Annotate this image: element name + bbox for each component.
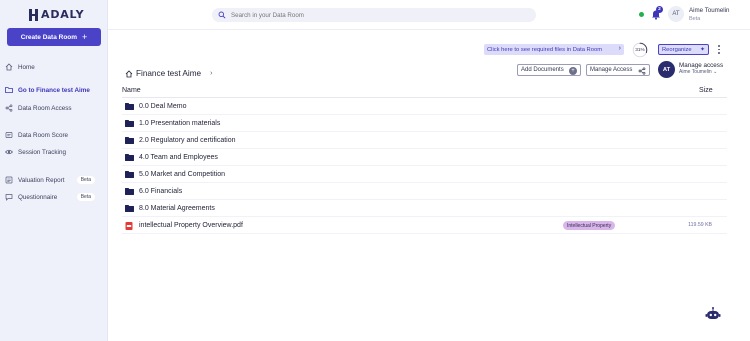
- folder-row[interactable]: 8.0 Material Agreements: [122, 200, 727, 217]
- chat-icon: [5, 193, 13, 201]
- sidebar-item-go-to-room[interactable]: Go to Finance test Aime: [5, 84, 103, 96]
- owner-avatar[interactable]: AT: [658, 61, 675, 78]
- plus-circle-icon: +: [569, 66, 577, 75]
- beta-badge: Beta: [76, 193, 95, 201]
- manage-access-user-name: Aime Toumelin: [679, 69, 712, 75]
- sidebar-item-data-room-access[interactable]: Data Room Access: [5, 102, 103, 114]
- manage-access-label: Manage Access: [590, 67, 633, 73]
- sidebar-item-label: Questionnaire: [18, 193, 58, 201]
- reorganize-label: Reorganize: [662, 46, 692, 53]
- beta-badge: Beta: [76, 176, 95, 184]
- manage-access-dropdown[interactable]: Manage access Aime Toumelin ⌄: [679, 62, 723, 76]
- manage-access-title: Manage access: [679, 62, 724, 69]
- folder-icon: [125, 136, 134, 144]
- folder-row[interactable]: 0.0 Deal Memo: [122, 98, 727, 115]
- sidebar-item-label: Home: [18, 63, 35, 71]
- notification-count-badge: 2: [656, 6, 663, 13]
- manage-access-user: Aime Toumelin ⌄: [679, 69, 723, 76]
- sidebar-item-data-room-score[interactable]: Data Room Score: [5, 129, 103, 141]
- create-data-room-label: Create Data Room: [20, 33, 78, 41]
- folder-row[interactable]: 1.0 Presentation materials: [122, 115, 727, 132]
- pdf-icon: [125, 221, 134, 230]
- home-icon[interactable]: [125, 69, 133, 78]
- user-avatar[interactable]: AT: [668, 6, 684, 22]
- chevron-down-icon: ⌄: [713, 69, 718, 75]
- home-icon: [5, 63, 13, 71]
- folder-icon: [125, 204, 134, 212]
- folder-icon: [5, 86, 13, 94]
- add-documents-label: Add Documents: [521, 67, 564, 73]
- completion-progress-ring: 31%: [632, 42, 648, 58]
- sidebar-item-label: Data Room Access: [18, 104, 72, 112]
- create-data-room-button[interactable]: Create Data Room +: [7, 28, 101, 46]
- share-icon: [5, 104, 13, 112]
- eye-icon: [5, 148, 13, 156]
- column-header-name[interactable]: Name: [122, 87, 141, 94]
- folder-name: 8.0 Material Agreements: [139, 204, 215, 212]
- file-row[interactable]: intellectual Property Overview.pdf Intel…: [122, 217, 727, 234]
- hint-label: Click here to see required files in Data…: [487, 46, 603, 53]
- file-name: intellectual Property Overview.pdf: [139, 221, 243, 229]
- user-role: Beta: [689, 16, 701, 22]
- folder-row[interactable]: 6.0 Financials: [122, 183, 727, 200]
- logo-mark-icon: [29, 8, 39, 21]
- folder-name: 5.0 Market and Competition: [139, 170, 225, 178]
- folder-name: 1.0 Presentation materials: [139, 119, 221, 127]
- sidebar-item-label: Session Tracking: [18, 148, 66, 156]
- online-status-dot: [639, 12, 644, 17]
- sidebar-item-questionnaire[interactable]: Questionnaire Beta: [5, 191, 103, 203]
- sidebar-item-home[interactable]: Home: [5, 61, 103, 73]
- hadaly-logo[interactable]: ADALY: [29, 8, 84, 21]
- folder-name: 6.0 Financials: [139, 187, 183, 195]
- add-documents-button[interactable]: Add Documents +: [517, 64, 581, 76]
- folder-name: 4.0 Team and Employees: [139, 153, 218, 161]
- progress-value: 31%: [635, 47, 645, 53]
- folder-icon: [125, 153, 134, 161]
- report-icon: [5, 176, 13, 184]
- sparkle-icon: ✦: [699, 47, 705, 53]
- sidebar-item-label: Data Room Score: [18, 131, 69, 139]
- top-bar: 2 AT Aime Toumelin Beta: [108, 0, 750, 30]
- folder-icon: [125, 187, 134, 195]
- folder-icon: [125, 170, 134, 178]
- user-menu[interactable]: Aime Toumelin Beta: [689, 6, 729, 24]
- search-icon: [218, 11, 226, 19]
- page-title[interactable]: Finance test Aime: [136, 69, 201, 78]
- category-tag[interactable]: Intellectual Property: [563, 221, 616, 230]
- logo-text: ADALY: [41, 8, 85, 21]
- sidebar-item-session-tracking[interactable]: Session Tracking: [5, 146, 103, 158]
- plus-icon: +: [82, 31, 88, 42]
- sidebar-item-label: Go to Finance test Aime: [18, 86, 90, 94]
- assistant-bot-icon[interactable]: [705, 306, 721, 322]
- required-files-hint-button[interactable]: Click here to see required files in Data…: [484, 44, 624, 55]
- folder-row[interactable]: 5.0 Market and Competition: [122, 166, 727, 183]
- sidebar-item-label: Valuation Report: [18, 176, 65, 184]
- folder-name: 0.0 Deal Memo: [139, 102, 187, 110]
- folder-name: 2.0 Regulatory and certification: [139, 136, 236, 144]
- share-icon: [638, 66, 646, 75]
- search-input[interactable]: [231, 11, 521, 19]
- main-content: Click here to see required files in Data…: [108, 30, 750, 341]
- sidebar: ADALY Create Data Room + Home Go to Fina…: [0, 0, 108, 341]
- reorganize-button[interactable]: Reorganize ✦: [658, 44, 709, 55]
- column-header-size[interactable]: Size: [699, 87, 713, 94]
- file-size: 119.59 KB: [688, 222, 712, 228]
- folder-row[interactable]: 4.0 Team and Employees: [122, 149, 727, 166]
- score-icon: [5, 131, 13, 139]
- search-bar[interactable]: [212, 8, 536, 22]
- manage-access-button[interactable]: Manage Access: [586, 64, 650, 76]
- folder-icon: [125, 102, 134, 110]
- sidebar-item-valuation-report[interactable]: Valuation Report Beta: [5, 174, 103, 186]
- chevron-right-icon: ›: [618, 45, 621, 52]
- folder-icon: [125, 119, 134, 127]
- more-options-icon[interactable]: [717, 44, 721, 55]
- chevron-right-icon: ›: [210, 70, 213, 77]
- folder-row[interactable]: 2.0 Regulatory and certification: [122, 132, 727, 149]
- breadcrumb: Finance test Aime ›: [125, 69, 212, 78]
- user-name: Aime Toumelin: [689, 7, 730, 14]
